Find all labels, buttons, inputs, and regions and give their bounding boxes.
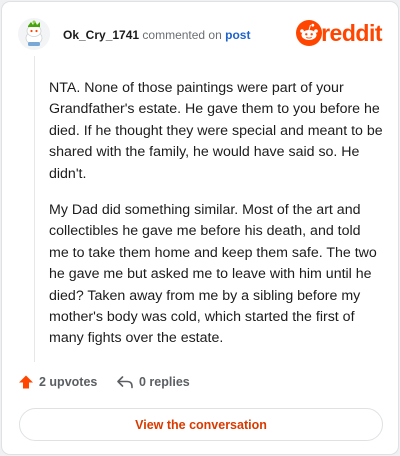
comment-body: NTA. None of those paintings were part o… xyxy=(49,78,384,365)
replies-button[interactable]: 0 replies xyxy=(116,374,190,390)
view-conversation-button[interactable]: View the conversation xyxy=(19,408,383,441)
upvotes-count: 2 upvotes xyxy=(39,375,98,389)
comment-meta: Ok_Cry_1741 commented on post xyxy=(63,28,250,42)
post-link[interactable]: post xyxy=(225,28,250,42)
upvote-button[interactable]: 2 upvotes xyxy=(18,374,97,390)
reddit-wordmark: reddit xyxy=(321,20,382,46)
comment-paragraph: NTA. None of those paintings were part o… xyxy=(49,80,383,182)
comment-actions: 2 upvotes 0 replies xyxy=(18,374,378,394)
replies-count: 0 replies xyxy=(139,375,190,389)
reddit-logo-icon xyxy=(296,20,322,46)
comment-card: Ok_Cry_1741 commented on post reddit NTA… xyxy=(1,1,399,455)
snoo-avatar-icon[interactable] xyxy=(18,18,50,50)
username-link[interactable]: Ok_Cry_1741 xyxy=(63,28,139,42)
upvote-arrow-icon xyxy=(19,375,33,389)
comment-header: Ok_Cry_1741 commented on post reddit xyxy=(18,16,382,56)
reply-arrow-icon xyxy=(117,376,133,389)
commented-on-text: commented on xyxy=(142,28,222,42)
comment-paragraph: My Dad did something similar. Most of th… xyxy=(49,202,377,347)
thread-line xyxy=(34,56,35,362)
reddit-brand[interactable]: reddit xyxy=(292,20,382,48)
